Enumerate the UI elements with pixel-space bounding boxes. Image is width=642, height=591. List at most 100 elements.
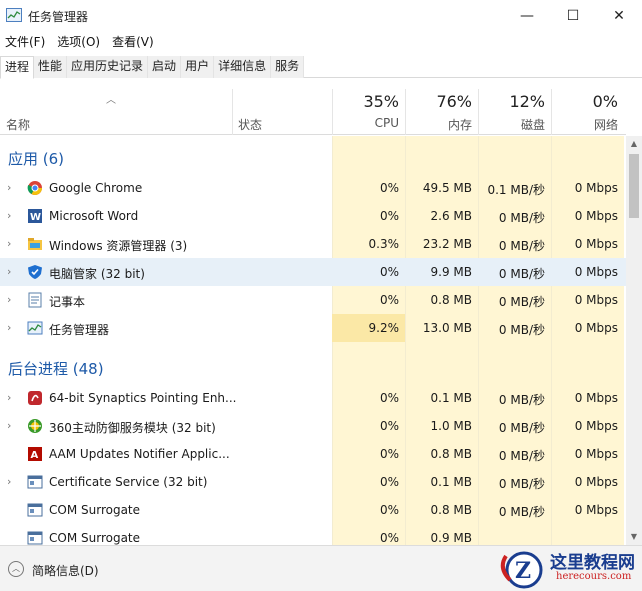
watermark-logo-icon: Z: [500, 551, 543, 589]
process-name: COM Surrogate: [49, 531, 141, 545]
process-row[interactable]: › Google Chrome 0% 49.5 MB 0.1 MB/秒 0 Mbps: [0, 174, 626, 202]
close-button[interactable]: ✕: [596, 0, 642, 32]
sort-ascending-icon[interactable]: ︿: [106, 91, 116, 106]
process-row[interactable]: › 64-bit Synaptics Pointing Enh... 0% 0.1 M…: [0, 384, 626, 412]
tab-users[interactable]: 用户: [181, 56, 215, 78]
process-row[interactable]: › 任务管理器 9.2% 13.0 MB 0 MB/秒 0 Mbps: [0, 314, 626, 342]
process-row[interactable]: › Certificate Service (32 bit) 0% 0.1 MB 0 M…: [0, 468, 626, 496]
column-status[interactable]: 状态: [238, 116, 262, 133]
fewer-details-link[interactable]: 简略信息(D): [32, 562, 99, 579]
expand-chevron-icon[interactable]: ›: [7, 181, 11, 194]
column-cpu[interactable]: 35% CPU: [332, 87, 405, 135]
process-row[interactable]: A AAM Updates Notifier Applic... 0% 0.8 MB 0…: [0, 440, 626, 468]
process-name: 任务管理器: [49, 323, 110, 337]
process-name: Certificate Service (32 bit): [49, 475, 208, 489]
process-disk-value: 0 MB/秒: [498, 449, 545, 463]
process-cpu-value: 0%: [379, 265, 399, 279]
watermark-url: herecours.com: [556, 571, 632, 582]
process-list[interactable]: 应用 (6) › Google Chrome 0% 49.5 MB 0.1 MB/秒 0 M…: [0, 136, 626, 545]
process-cpu-value: 0%: [379, 503, 399, 517]
menu-options[interactable]: 选项(O): [52, 32, 107, 52]
menu-view[interactable]: 查看(V): [107, 32, 161, 52]
column-divider[interactable]: [232, 89, 233, 135]
tab-startup[interactable]: 启动: [148, 56, 182, 78]
vertical-scrollbar[interactable]: ▲ ▼: [626, 136, 642, 545]
tab-details[interactable]: 详细信息: [214, 56, 272, 78]
process-cpu-value: 0.3%: [368, 237, 400, 251]
scroll-up-arrow-icon[interactable]: ▲: [626, 136, 642, 152]
process-name: AAM Updates Notifier Applic...: [49, 447, 230, 461]
svg-text:Z: Z: [515, 558, 531, 584]
minimize-button[interactable]: —: [504, 0, 550, 32]
task-manager-icon: [27, 321, 43, 335]
process-row[interactable]: › 电脑管家 (32 bit) 0% 9.9 MB 0 MB/秒 0 Mbps: [0, 258, 626, 286]
expand-chevron-icon[interactable]: ›: [7, 419, 11, 432]
process-row[interactable]: COM Surrogate 0% 0.9 MB: [0, 524, 626, 545]
explorer-icon: [28, 238, 42, 250]
process-mem-value: 1.0 MB: [430, 419, 472, 433]
task-manager-icon: [6, 8, 22, 22]
group-title-apps[interactable]: 应用 (6): [8, 148, 64, 169]
synaptics-icon: [28, 391, 42, 405]
process-net-value: 0 Mbps: [574, 321, 618, 335]
process-name: Microsoft Word: [49, 209, 139, 223]
process-mem-value: 13.0 MB: [422, 321, 472, 335]
group-title-background[interactable]: 后台进程 (48): [8, 358, 104, 379]
column-name[interactable]: 名称: [6, 116, 30, 133]
process-net-value: 0 Mbps: [574, 181, 618, 195]
process-net-value: 0 Mbps: [574, 503, 618, 517]
process-mem-value: 2.6 MB: [430, 209, 472, 223]
process-name: 360主动防御服务模块 (32 bit): [49, 421, 216, 435]
process-disk-value: 0.1 MB/秒: [487, 183, 545, 197]
process-net-value: 0 Mbps: [574, 209, 618, 223]
process-row[interactable]: › 360主动防御服务模块 (32 bit) 0% 1.0 MB 0 MB/秒 0 Mbp…: [0, 412, 626, 440]
cpu-total-percent: 35%: [363, 92, 399, 111]
process-cpu-value: 0%: [379, 531, 399, 545]
expand-chevron-icon[interactable]: ›: [7, 209, 11, 222]
process-cpu-value: 0%: [379, 447, 399, 461]
process-net-value: 0 Mbps: [574, 391, 618, 405]
expand-chevron-icon[interactable]: ›: [7, 321, 11, 334]
process-net-value: 0 Mbps: [574, 265, 618, 279]
service-icon: [27, 503, 43, 517]
expand-chevron-icon[interactable]: ›: [7, 391, 11, 404]
expand-chevron-icon[interactable]: ›: [7, 293, 11, 306]
network-total-percent: 0%: [592, 92, 618, 111]
expand-chevron-icon[interactable]: ›: [7, 475, 11, 488]
scrollbar-thumb[interactable]: [629, 154, 639, 218]
process-mem-value: 0.1 MB: [430, 475, 472, 489]
chrome-icon: [27, 181, 42, 195]
memory-label: 内存: [447, 118, 472, 132]
column-network[interactable]: 0% 网络: [551, 87, 624, 135]
cpu-label: CPU: [374, 116, 399, 130]
menu-file[interactable]: 文件(F): [0, 32, 52, 52]
process-disk-value: 0 MB/秒: [498, 421, 545, 435]
column-memory[interactable]: 76% 内存: [405, 87, 478, 135]
window-title: 任务管理器: [28, 10, 89, 24]
scroll-down-arrow-icon[interactable]: ▼: [626, 529, 642, 545]
network-label: 网络: [593, 118, 618, 132]
process-row[interactable]: › W Microsoft Word 0% 2.6 MB 0 MB/秒 0 Mbps: [0, 202, 626, 230]
process-cpu-value: 0%: [379, 391, 399, 405]
process-cpu-value: 9.2%: [368, 321, 400, 335]
process-cpu-value: 0%: [379, 209, 399, 223]
tab-processes[interactable]: 进程: [0, 56, 35, 79]
process-row[interactable]: › 记事本 0% 0.8 MB 0 MB/秒 0 Mbps: [0, 286, 626, 314]
maximize-button[interactable]: ☐: [550, 0, 596, 32]
tab-services[interactable]: 服务: [271, 56, 305, 78]
column-disk[interactable]: 12% 磁盘: [478, 87, 551, 135]
tab-app-history[interactable]: 应用历史记录: [67, 56, 149, 78]
process-mem-value: 0.8 MB: [430, 503, 472, 517]
collapse-chevron-icon[interactable]: ︿: [8, 561, 24, 577]
process-net-value: 0 Mbps: [574, 475, 618, 489]
expand-chevron-icon[interactable]: ›: [7, 265, 11, 278]
process-row[interactable]: › Windows 资源管理器 (3) 0.3% 23.2 MB 0 MB/秒 0 Mbp…: [0, 230, 626, 258]
tab-performance[interactable]: 性能: [34, 56, 68, 78]
process-mem-value: 23.2 MB: [422, 237, 472, 251]
expand-chevron-icon[interactable]: ›: [7, 237, 11, 250]
process-row[interactable]: COM Surrogate 0% 0.8 MB 0 MB/秒 0 Mbps: [0, 496, 626, 524]
title-bar: 任务管理器 — ☐ ✕: [0, 0, 642, 32]
shield-icon: [28, 265, 42, 279]
tab-strip: 进程 性能 应用历史记录 启动 用户 详细信息 服务: [0, 56, 642, 79]
process-name: COM Surrogate: [49, 503, 141, 517]
